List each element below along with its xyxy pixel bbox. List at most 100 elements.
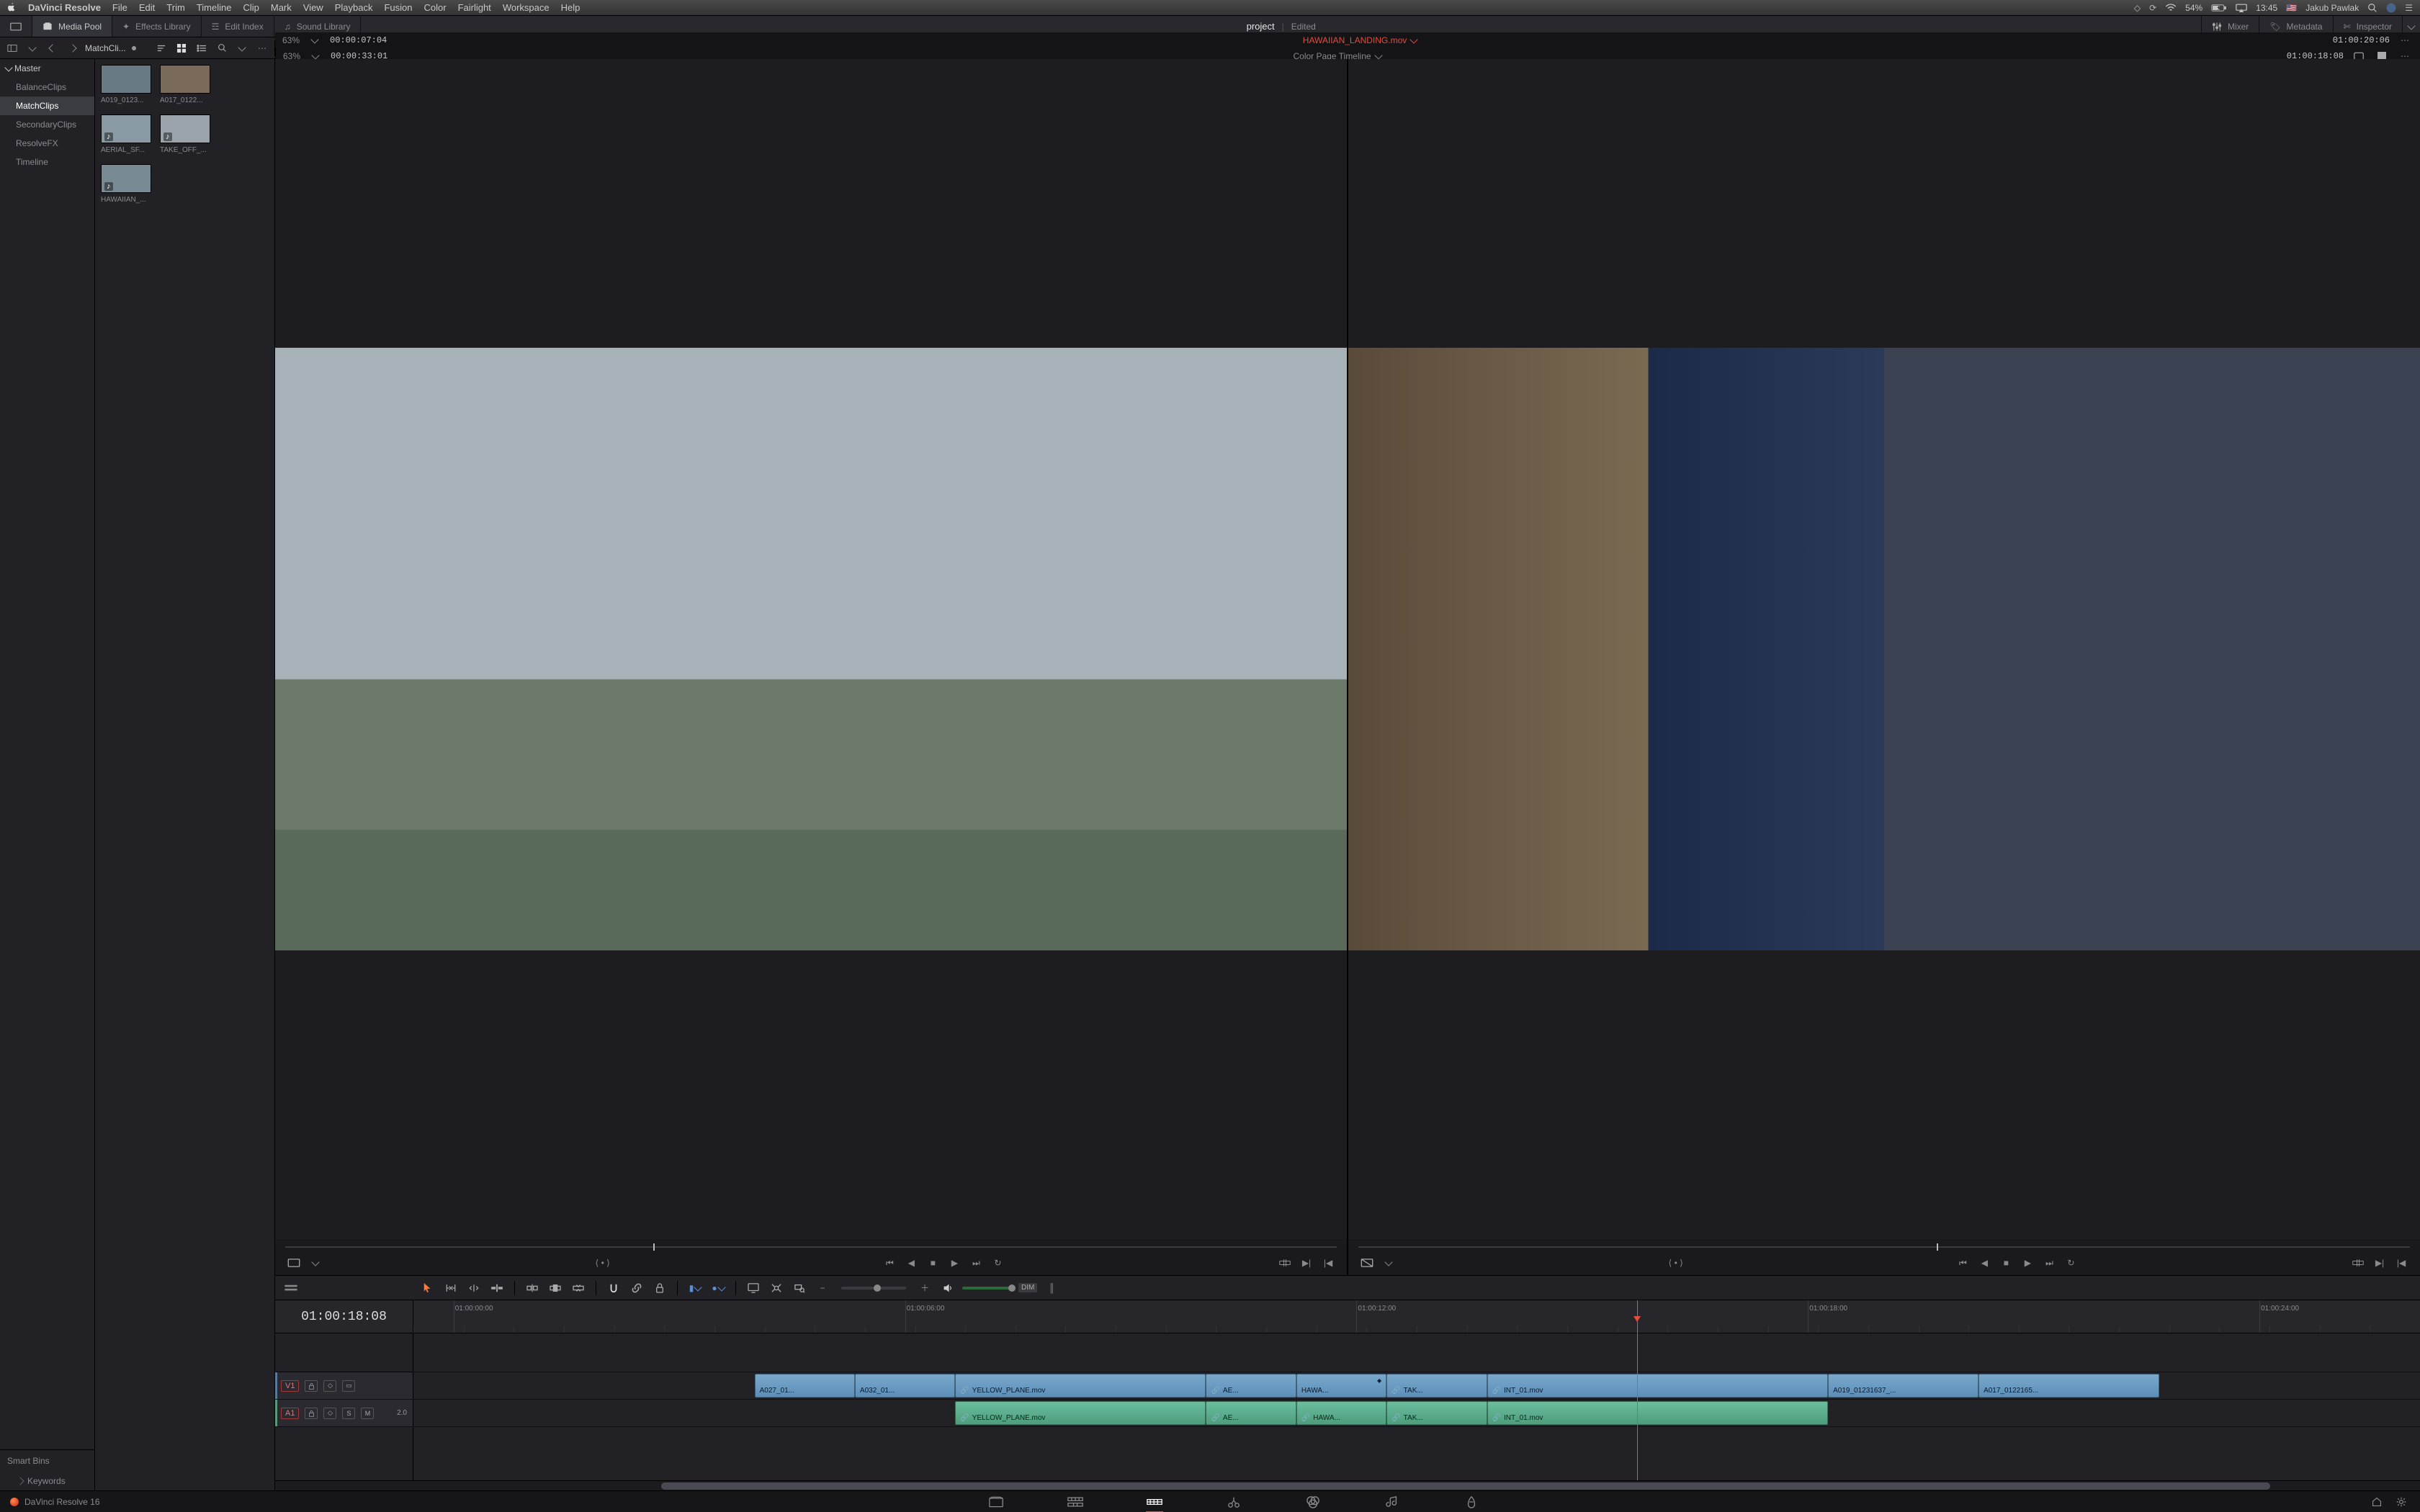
timeline-ruler[interactable]: 01:00:00:0001:00:06:0001:00:12:0001:00:1… bbox=[413, 1300, 2420, 1333]
a1-lock[interactable] bbox=[305, 1408, 318, 1419]
timeline-clip[interactable]: A032_01... bbox=[855, 1374, 955, 1398]
program-mode-dropdown[interactable] bbox=[1380, 1254, 1397, 1272]
playhead[interactable] bbox=[1637, 1300, 1638, 1480]
trim-tool[interactable] bbox=[442, 1279, 460, 1297]
match-frame-button[interactable]: ⟨ • ⟩ bbox=[594, 1254, 611, 1272]
audio-track-1[interactable]: 🔗YELLOW_PLANE.mov🔗AE...🔗HAWA...🔗TAK...🔗I… bbox=[413, 1400, 2420, 1427]
clip-thumb[interactable]: TAKE_OFF_... bbox=[160, 114, 210, 154]
timeline-clip[interactable]: 🔗YELLOW_PLANE.mov bbox=[955, 1374, 1206, 1398]
sort-button[interactable] bbox=[153, 40, 169, 56]
loop-prog-button[interactable]: ↻ bbox=[2062, 1254, 2079, 1272]
timeline-hscroll[interactable] bbox=[275, 1480, 2420, 1490]
flag-button[interactable]: ▮ bbox=[686, 1279, 704, 1297]
menu-playback[interactable]: Playback bbox=[335, 2, 373, 13]
v1-auto-select[interactable]: ◇ bbox=[323, 1380, 336, 1392]
effects-library-toggle[interactable]: ✦ Effects Library bbox=[112, 16, 202, 37]
clip-thumb[interactable]: AERIAL_SF... bbox=[101, 114, 151, 154]
zoom-out-button[interactable]: − bbox=[814, 1279, 831, 1297]
source-mode-button[interactable] bbox=[285, 1254, 302, 1272]
bin-resolvefx[interactable]: ResolveFX bbox=[0, 134, 94, 153]
dynamic-trim-tool[interactable] bbox=[465, 1279, 483, 1297]
timeline-timecode[interactable]: 01:00:18:08 bbox=[275, 1300, 413, 1333]
breadcrumb[interactable]: MatchCli... bbox=[85, 43, 149, 53]
page-edit[interactable] bbox=[1140, 1491, 1169, 1512]
detail-zoom-button[interactable] bbox=[791, 1279, 808, 1297]
mute-button[interactable] bbox=[939, 1279, 956, 1297]
wifi-icon[interactable] bbox=[2165, 4, 2177, 12]
zoom-to-fit-button[interactable] bbox=[768, 1279, 785, 1297]
program-mode-button[interactable] bbox=[1358, 1254, 1376, 1272]
spotlight-icon[interactable] bbox=[2367, 3, 2378, 13]
video-track-1[interactable]: A027_01...A032_01...🔗YELLOW_PLANE.mov🔗AE… bbox=[413, 1372, 2420, 1400]
clip-thumb[interactable]: A017_0122... bbox=[160, 65, 210, 104]
step-back-button[interactable]: ◀ bbox=[902, 1254, 920, 1272]
edit-index-toggle[interactable]: ☲ Edit Index bbox=[202, 16, 274, 37]
menu-fusion[interactable]: Fusion bbox=[384, 2, 412, 13]
volume-slider[interactable] bbox=[962, 1287, 1013, 1290]
source-scrubber[interactable] bbox=[285, 1243, 1337, 1251]
fullscreen-viewer-toggle[interactable] bbox=[0, 16, 32, 37]
v1-lock[interactable] bbox=[305, 1380, 318, 1392]
step-back-prog-button[interactable]: ◀ bbox=[1976, 1254, 1993, 1272]
source-tc-left[interactable]: 00:00:07:04 bbox=[330, 35, 387, 45]
timeline-clip[interactable]: 🔗YELLOW_PLANE.mov bbox=[955, 1401, 1206, 1425]
timeline-clip[interactable]: 🔗AE... bbox=[1206, 1374, 1296, 1398]
play-button[interactable]: ▶ bbox=[946, 1254, 963, 1272]
timeline-tracks[interactable]: 01:00:00:0001:00:06:0001:00:12:0001:00:1… bbox=[413, 1300, 2420, 1480]
bin-secondaryclips[interactable]: SecondaryClips bbox=[0, 115, 94, 134]
menu-edit[interactable]: Edit bbox=[139, 2, 155, 13]
source-options-button[interactable]: ⋯ bbox=[2397, 32, 2413, 48]
v1-label[interactable]: V1 bbox=[281, 1380, 299, 1392]
insert-clip-button[interactable] bbox=[1276, 1254, 1294, 1272]
menu-file[interactable]: File bbox=[112, 2, 127, 13]
overwrite-edit-button[interactable] bbox=[547, 1279, 564, 1297]
menu-trim[interactable]: Trim bbox=[166, 2, 185, 13]
timeline-view-options[interactable] bbox=[282, 1279, 300, 1297]
source-canvas[interactable] bbox=[275, 59, 1347, 1239]
project-settings-button[interactable] bbox=[2393, 1493, 2410, 1511]
page-fairlight[interactable] bbox=[1378, 1491, 1407, 1512]
source-zoom-dropdown[interactable] bbox=[307, 32, 323, 48]
monitor-button[interactable] bbox=[745, 1279, 762, 1297]
timeline-scrollbar-toggle[interactable]: ║ bbox=[1043, 1279, 1060, 1297]
siri-icon[interactable] bbox=[2386, 3, 2396, 13]
source-tc-right[interactable]: 01:00:20:06 bbox=[2333, 35, 2390, 45]
page-fusion[interactable] bbox=[1219, 1491, 1248, 1512]
airplay-icon[interactable] bbox=[2236, 4, 2247, 12]
bin-balanceclips[interactable]: BalanceClips bbox=[0, 78, 94, 96]
media-pool-toggle[interactable]: Media Pool bbox=[32, 16, 112, 37]
diamond-icon[interactable]: ◇ bbox=[2134, 3, 2141, 13]
page-cut[interactable] bbox=[1061, 1491, 1090, 1512]
overwrite-clip-button[interactable] bbox=[2349, 1254, 2367, 1272]
timeline-clip[interactable]: 🔗TAK... bbox=[1386, 1401, 1487, 1425]
timeline-clip[interactable]: A017_0122165... bbox=[1978, 1374, 2159, 1398]
page-media[interactable] bbox=[982, 1491, 1010, 1512]
go-in-prog-button[interactable]: ▶| bbox=[2371, 1254, 2388, 1272]
timeline-clip[interactable]: 🔗HAWA... bbox=[1296, 1401, 1386, 1425]
timeline-clip[interactable]: A019_01231637_... bbox=[1828, 1374, 1978, 1398]
stop-button[interactable]: ■ bbox=[924, 1254, 941, 1272]
clock[interactable]: 13:45 bbox=[2256, 3, 2277, 13]
go-out-prog-button[interactable]: |◀ bbox=[2393, 1254, 2410, 1272]
replace-edit-button[interactable] bbox=[570, 1279, 587, 1297]
search-button[interactable] bbox=[214, 40, 230, 56]
menu-mark[interactable]: Mark bbox=[271, 2, 292, 13]
bin-matchclips[interactable]: MatchClips bbox=[0, 96, 94, 115]
go-last-button[interactable]: ⏭ bbox=[967, 1254, 985, 1272]
a1-auto-select[interactable]: ◇ bbox=[323, 1408, 336, 1419]
hscroll-thumb[interactable] bbox=[661, 1482, 2270, 1490]
menu-fairlight[interactable]: Fairlight bbox=[458, 2, 491, 13]
program-canvas[interactable] bbox=[1348, 59, 2420, 1239]
bin-layout-button[interactable] bbox=[4, 40, 20, 56]
dim-button[interactable]: DIM bbox=[1018, 1283, 1037, 1292]
timeline-clip[interactable]: HAWA... bbox=[1296, 1374, 1386, 1398]
battery-icon[interactable] bbox=[2211, 4, 2227, 12]
bin-timeline[interactable]: Timeline bbox=[0, 153, 94, 171]
clip-thumb[interactable]: HAWAIIAN_... bbox=[101, 164, 151, 204]
a1-mute[interactable]: M bbox=[361, 1408, 374, 1419]
apple-icon[interactable] bbox=[7, 3, 17, 12]
stop-prog-button[interactable]: ■ bbox=[1997, 1254, 2015, 1272]
track-header-v1[interactable]: V1 ◇ ▭ bbox=[275, 1372, 413, 1400]
menu-timeline[interactable]: Timeline bbox=[197, 2, 232, 13]
a1-solo[interactable]: S bbox=[342, 1408, 355, 1419]
